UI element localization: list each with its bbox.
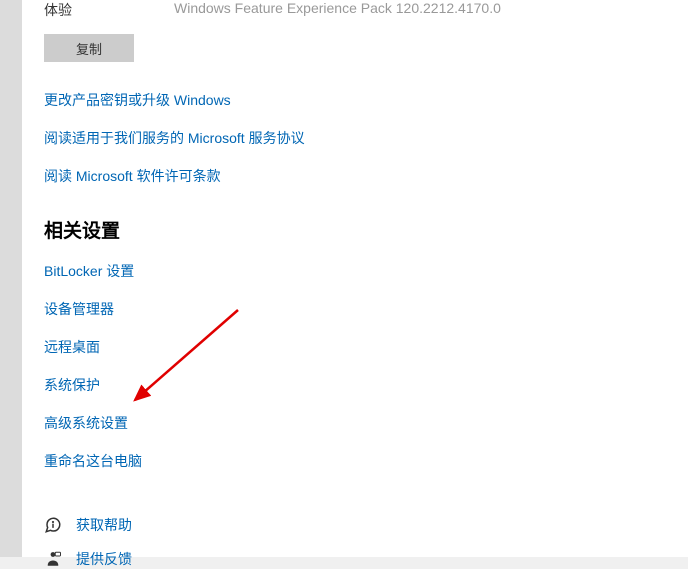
services-agreement-link[interactable]: 阅读适用于我们服务的 Microsoft 服务协议: [44, 128, 666, 148]
sidebar-edge: [0, 0, 22, 557]
feedback-link[interactable]: 提供反馈: [76, 549, 132, 569]
device-manager-link[interactable]: 设备管理器: [44, 299, 666, 319]
system-protection-link[interactable]: 系统保护: [44, 375, 666, 395]
rename-pc-link[interactable]: 重命名这台电脑: [44, 451, 666, 471]
change-product-key-link[interactable]: 更改产品密钥或升级 Windows: [44, 90, 666, 110]
related-settings-heading: 相关设置: [44, 216, 666, 243]
bitlocker-link[interactable]: BitLocker 设置: [44, 261, 666, 281]
remote-desktop-link[interactable]: 远程桌面: [44, 337, 666, 357]
copy-button[interactable]: 复制: [44, 34, 134, 62]
experience-label: 体验: [44, 0, 174, 20]
get-help-row[interactable]: 获取帮助: [44, 515, 666, 535]
help-icon: [44, 516, 62, 534]
settings-content: 体验 Windows Feature Experience Pack 120.2…: [22, 0, 688, 557]
windows-links-block: 更改产品密钥或升级 Windows 阅读适用于我们服务的 Microsoft 服…: [44, 90, 666, 186]
advanced-system-settings-link[interactable]: 高级系统设置: [44, 413, 666, 433]
help-block: 获取帮助 提供反馈: [44, 515, 666, 569]
experience-spec-row: 体验 Windows Feature Experience Pack 120.2…: [44, 0, 666, 20]
feedback-row[interactable]: 提供反馈: [44, 549, 666, 569]
related-links-block: BitLocker 设置 设备管理器 远程桌面 系统保护 高级系统设置 重命名这…: [44, 261, 666, 471]
experience-value: Windows Feature Experience Pack 120.2212…: [174, 0, 501, 16]
feedback-icon: [44, 550, 62, 568]
get-help-link[interactable]: 获取帮助: [76, 515, 132, 535]
license-terms-link[interactable]: 阅读 Microsoft 软件许可条款: [44, 166, 666, 186]
